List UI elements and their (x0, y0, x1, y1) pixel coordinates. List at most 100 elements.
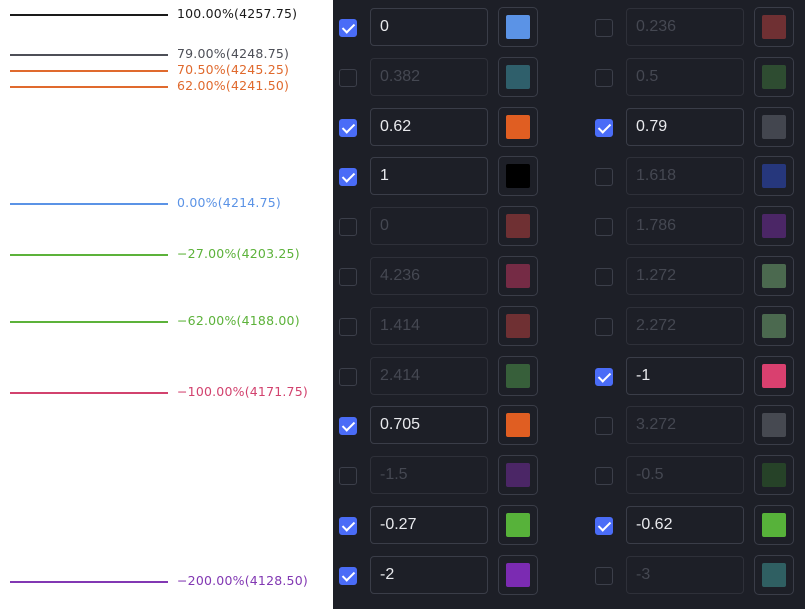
level-color-swatch-button[interactable] (754, 7, 794, 47)
level-value-input[interactable]: -2 (370, 555, 488, 594)
checkmark-icon (597, 518, 612, 532)
level-enable-checkbox[interactable] (339, 168, 357, 187)
level-value-input[interactable]: 1 (370, 157, 488, 196)
level-enable-checkbox[interactable] (595, 317, 613, 336)
level-value-input[interactable]: 2.272 (626, 306, 744, 345)
checkmark-icon (341, 418, 356, 433)
level-color-swatch-button[interactable] (498, 56, 538, 97)
level-color-swatch-button[interactable] (754, 405, 794, 446)
level-enable-checkbox[interactable] (339, 566, 357, 585)
level-color-swatch-button[interactable] (498, 256, 538, 296)
level-color-swatch-button[interactable] (754, 106, 794, 147)
level-color-swatch-button[interactable] (498, 355, 538, 396)
level-enable-checkbox[interactable] (339, 218, 357, 237)
fib-levels-preview: 100.00%(4257.75) 79.00%(4248.75) 70.50%(42… (0, 0, 333, 609)
level-enable-checkbox[interactable] (339, 317, 357, 336)
level-enable-checkbox[interactable] (339, 367, 357, 386)
level-enable-checkbox[interactable] (339, 517, 357, 535)
level-value-input[interactable]: -0.5 (626, 456, 744, 495)
color-fill (762, 114, 786, 139)
level-color-swatch-button[interactable] (754, 455, 794, 496)
color-fill (506, 64, 530, 89)
level-value-input[interactable]: 1.414 (370, 306, 488, 345)
level-color-swatch-button[interactable] (754, 206, 794, 247)
level-color-swatch-button[interactable] (754, 305, 794, 346)
color-fill (506, 413, 530, 438)
color-fill (762, 413, 786, 438)
level-value-input[interactable]: 1.618 (626, 157, 744, 196)
level-enable-checkbox[interactable] (595, 68, 613, 87)
level-line (10, 581, 168, 583)
color-fill (506, 264, 530, 288)
level-value-input[interactable]: 0 (370, 207, 488, 246)
level-value-input[interactable]: 0 (370, 8, 488, 46)
level-value-input[interactable]: 0.236 (626, 8, 744, 46)
level-color-swatch-button[interactable] (498, 7, 538, 47)
level-label: −100.00%(4171.75) (177, 384, 308, 399)
level-enable-checkbox[interactable] (595, 517, 613, 535)
level-color-swatch-button[interactable] (754, 355, 794, 396)
level-color-swatch-button[interactable] (754, 256, 794, 296)
level-color-swatch-button[interactable] (498, 206, 538, 247)
color-fill (762, 313, 786, 338)
level-value-input[interactable]: 1.786 (626, 207, 744, 246)
level-value-input[interactable]: -3 (626, 555, 744, 594)
level-enable-checkbox[interactable] (339, 118, 357, 137)
level-color-swatch-button[interactable] (754, 156, 794, 197)
level-value-input[interactable]: 0.62 (370, 107, 488, 146)
level-color-swatch-button[interactable] (498, 156, 538, 197)
color-fill (762, 164, 786, 189)
level-color-swatch-button[interactable] (754, 554, 794, 595)
level-enable-checkbox[interactable] (595, 168, 613, 187)
level-color-swatch-button[interactable] (754, 505, 794, 545)
level-value-input[interactable]: 0.5 (626, 57, 744, 96)
level-color-swatch-button[interactable] (498, 405, 538, 446)
level-line (10, 203, 168, 205)
level-value-input[interactable]: -1.5 (370, 456, 488, 495)
level-enable-checkbox[interactable] (595, 218, 613, 237)
level-enable-checkbox[interactable] (595, 118, 613, 137)
level-enable-checkbox[interactable] (595, 19, 613, 37)
color-fill (506, 562, 530, 587)
checkmark-icon (597, 119, 612, 134)
color-fill (506, 164, 530, 189)
level-value-input[interactable]: 4.236 (370, 257, 488, 295)
level-color-swatch-button[interactable] (498, 305, 538, 346)
level-enable-checkbox[interactable] (339, 417, 357, 436)
level-enable-checkbox[interactable] (595, 566, 613, 585)
color-fill (506, 114, 530, 139)
level-color-swatch-button[interactable] (498, 106, 538, 147)
color-fill (506, 214, 530, 239)
level-value-input[interactable]: 0.705 (370, 406, 488, 445)
color-fill (762, 264, 786, 288)
level-value-input[interactable]: 2.414 (370, 356, 488, 395)
level-color-swatch-button[interactable] (754, 56, 794, 97)
level-value-input[interactable]: -0.27 (370, 506, 488, 544)
color-fill (762, 64, 786, 89)
level-value-input[interactable]: 1.272 (626, 257, 744, 295)
level-label: −27.00%(4203.25) (177, 246, 300, 261)
level-enable-checkbox[interactable] (595, 467, 613, 486)
level-value-input[interactable]: 3.272 (626, 406, 744, 445)
level-label: 62.00%(4241.50) (177, 78, 290, 93)
level-enable-checkbox[interactable] (339, 268, 357, 286)
level-line (10, 321, 168, 323)
color-fill (506, 363, 530, 388)
level-enable-checkbox[interactable] (339, 19, 357, 37)
level-enable-checkbox[interactable] (595, 417, 613, 436)
level-color-swatch-button[interactable] (498, 455, 538, 496)
level-value-input[interactable]: -1 (626, 356, 744, 395)
checkmark-icon (341, 119, 356, 134)
level-color-swatch-button[interactable] (498, 505, 538, 545)
checkmark-icon (341, 169, 356, 184)
checkmark-icon (341, 20, 356, 34)
level-value-input[interactable]: 0.382 (370, 57, 488, 96)
level-enable-checkbox[interactable] (595, 268, 613, 286)
level-value-input[interactable]: 0.79 (626, 107, 744, 146)
level-color-swatch-button[interactable] (498, 554, 538, 595)
level-enable-checkbox[interactable] (595, 367, 613, 386)
level-line (10, 54, 168, 56)
level-enable-checkbox[interactable] (339, 467, 357, 486)
level-value-input[interactable]: -0.62 (626, 506, 744, 544)
level-enable-checkbox[interactable] (339, 68, 357, 87)
